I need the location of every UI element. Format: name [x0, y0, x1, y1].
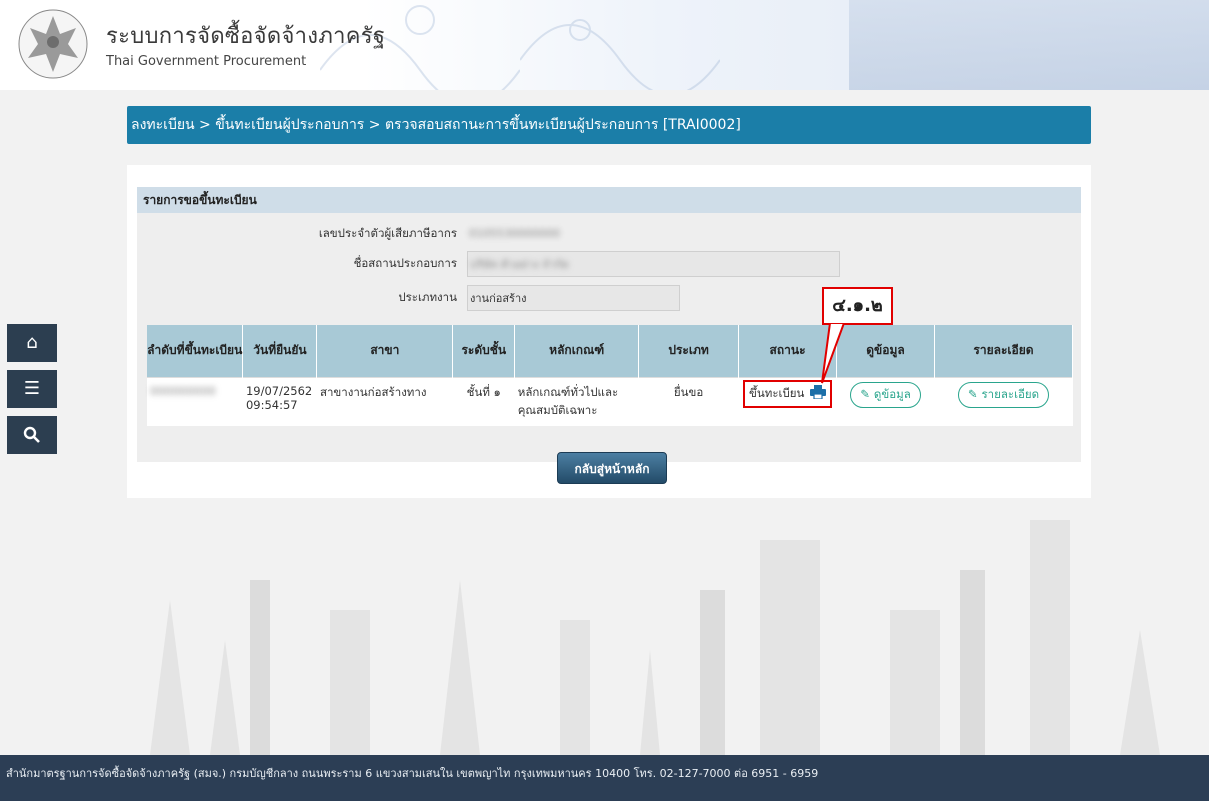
level-value: ชั้นที่ ๑ [452, 376, 515, 426]
edit-icon: ✎ [860, 386, 870, 401]
skyline-background [150, 520, 1160, 755]
registration-section: รายการขอขึ้นทะเบียน เลขประจำตัวผู้เสียภา… [137, 187, 1081, 462]
work-type-field: งานก่อสร้าง [467, 285, 680, 311]
breadcrumb: ลงทะเบียน > ขึ้นทะเบียนผู้ประกอบการ > ตร… [127, 106, 1091, 144]
reg-no-cell: 000000000 [147, 376, 243, 426]
menu-icon: ☰ [23, 378, 41, 399]
col-date: วันที่ยืนยัน [242, 325, 318, 377]
section-title: รายการขอขึ้นทะเบียน [137, 187, 1081, 213]
col-branch: สาขา [316, 325, 454, 377]
edit-icon: ✎ [967, 386, 978, 401]
step-callout: ๔.๑.๒ [822, 287, 893, 325]
type-value: ยื่นขอ [638, 376, 739, 426]
view-data-label: ดูข้อมูล [873, 386, 911, 401]
header-pattern [520, 19, 720, 90]
col-level: ระดับชั้น [452, 325, 516, 377]
work-type-row: ประเภทงาน งานก่อสร้าง [137, 283, 1081, 311]
registration-table: ลำดับที่ขึ้นทะเบียน วันที่ยืนยัน สาขา ระ… [147, 325, 1074, 426]
home-button[interactable]: ⌂ [7, 324, 57, 362]
detail-button[interactable]: ✎ รายละเอียด [957, 381, 1050, 408]
company-value: บริษัท ตัวอย่าง จำกัด [470, 258, 569, 271]
col-reg-no: ลำดับที่ขึ้นทะเบียน [147, 325, 244, 377]
date-cell: 19/07/2562 09:54:57 [242, 376, 317, 426]
table-header-row: ลำดับที่ขึ้นทะเบียน วันที่ยืนยัน สาขา ระ… [147, 325, 1074, 377]
company-field: บริษัท ตัวอย่าง จำกัด [467, 251, 840, 277]
detail-label: รายละเอียด [981, 386, 1040, 401]
back-to-home-button[interactable]: กลับสู่หน้าหลัก [557, 452, 667, 484]
home-icon: ⌂ [26, 332, 38, 353]
tax-id-value: 0105530000000 [469, 227, 560, 240]
col-criteria: หลักเกณฑ์ [514, 325, 640, 377]
view-data-button[interactable]: ✎ ดูข้อมูล [850, 381, 921, 408]
col-type: ประเภท [638, 325, 740, 377]
status-value: ขึ้นทะเบียน [749, 385, 805, 400]
status-highlight: ขึ้นทะเบียน [743, 379, 832, 408]
reg-no-value: 000000000 [150, 383, 216, 398]
date-value: 19/07/2562 [245, 383, 313, 398]
company-label: ชื่อสถานประกอบการ [353, 256, 457, 270]
work-type-label: ประเภทงาน [398, 290, 457, 304]
garuda-logo [18, 9, 88, 79]
search-button[interactable] [7, 416, 57, 454]
time-value: 09:54:57 [245, 397, 298, 412]
company-row: ชื่อสถานประกอบการ บริษัท ตัวอย่าง จำกัด [137, 249, 1081, 277]
callout-pointer [821, 323, 846, 384]
tax-id-label: เลขประจำตัวผู้เสียภาษีอากร [318, 226, 457, 240]
site-title-english: Thai Government Procurement [106, 54, 307, 69]
search-icon [23, 426, 40, 443]
menu-button[interactable]: ☰ [7, 370, 57, 408]
col-detail: รายละเอียด [934, 325, 1074, 377]
branch-value: สาขางานก่อสร้างทาง [316, 376, 453, 426]
site-header: ระบบการจัดซื้อจัดจ้างภาครัฐ Thai Governm… [0, 0, 1209, 90]
header-decoration [849, 0, 1209, 90]
tax-id-row: เลขประจำตัวผู้เสียภาษีอากร 0105530000000 [137, 219, 1081, 247]
site-title-thai: ระบบการจัดซื้อจัดจ้างภาครัฐ [106, 24, 386, 49]
site-footer: สำนักมาตรฐานการจัดซื้อจัดจ้างภาครัฐ (สมจ… [0, 755, 1209, 801]
print-icon[interactable] [810, 384, 826, 400]
criteria-value: หลักเกณฑ์ทั่วไปและคุณสมบัติเฉพาะ [514, 376, 639, 426]
detail-cell: ✎ รายละเอียด [934, 376, 1073, 426]
table-row: 000000000 19/07/2562 09:54:57 สาขางานก่อ… [147, 376, 1073, 426]
main-panel: รายการขอขึ้นทะเบียน เลขประจำตัวผู้เสียภา… [127, 165, 1091, 498]
